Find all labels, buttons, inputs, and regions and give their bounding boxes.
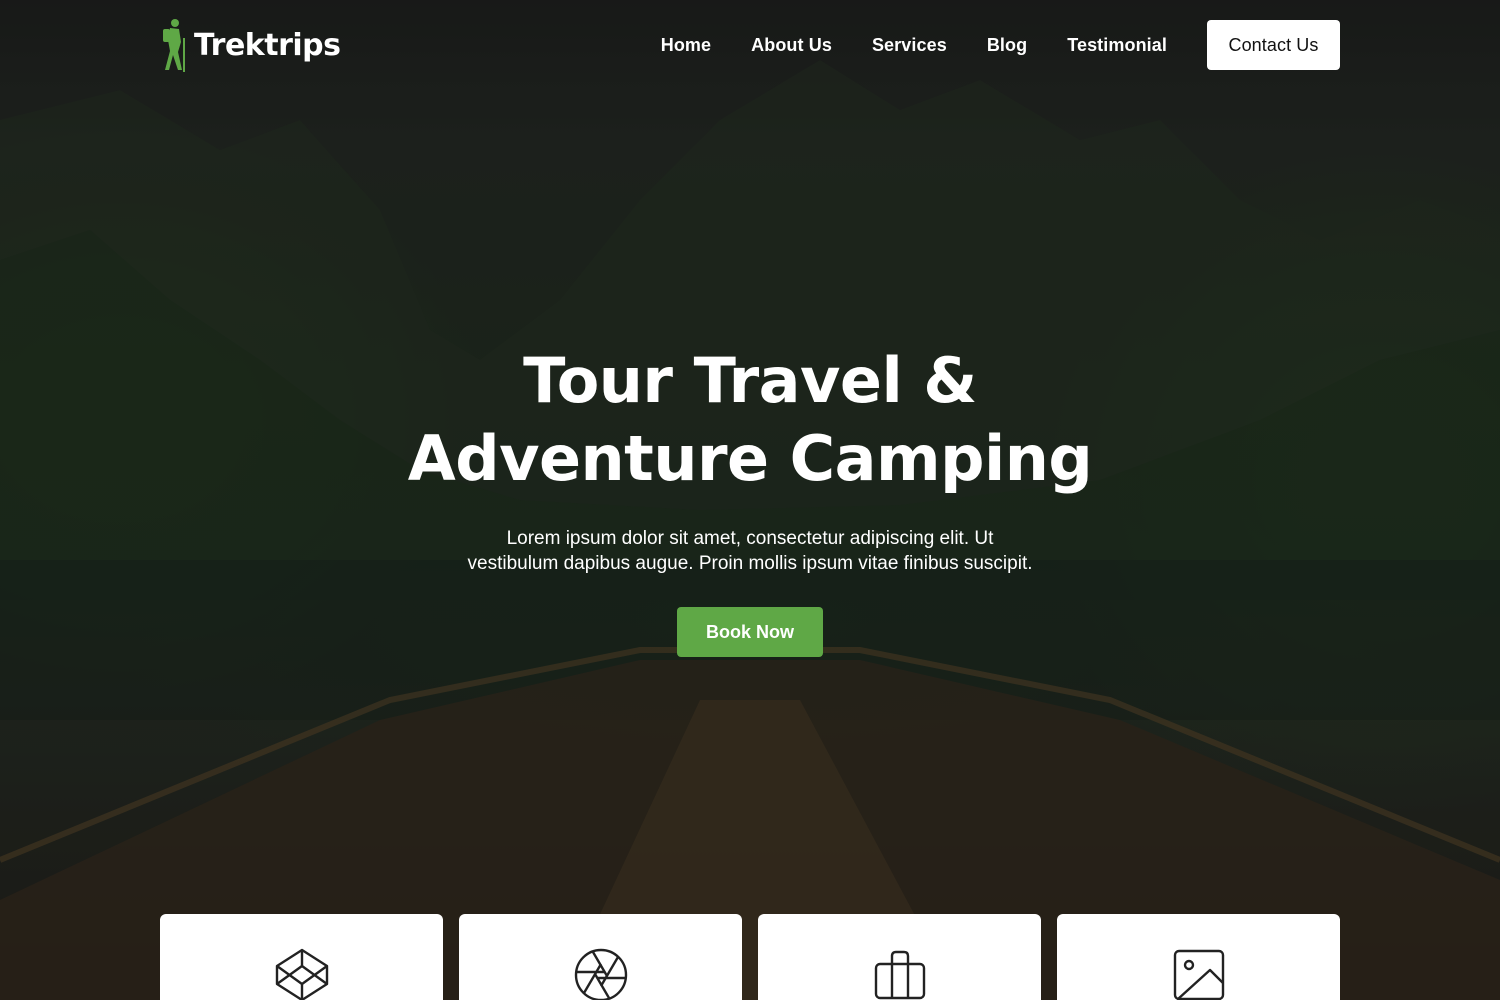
feature-card[interactable] [160, 914, 443, 1000]
contact-us-button[interactable]: Contact Us [1207, 20, 1340, 70]
nav-home[interactable]: Home [661, 35, 711, 56]
briefcase-icon [873, 948, 927, 1000]
hiker-icon [163, 19, 185, 72]
image-icon [1172, 948, 1226, 1000]
hero-description-line-2: vestibulum dapibus augue. Proin mollis i… [467, 553, 1033, 574]
feature-cards [160, 914, 1340, 1000]
codepen-icon [275, 948, 329, 1000]
hero-title: Tour Travel & Adventure Camping [0, 342, 1500, 498]
brand-name: Trektrips [194, 27, 341, 63]
book-now-button[interactable]: Book Now [677, 607, 823, 657]
aperture-icon [574, 948, 628, 1000]
hero-title-line-1: Tour Travel & [523, 344, 977, 417]
nav-testimonial[interactable]: Testimonial [1067, 35, 1167, 56]
hero-description: Lorem ipsum dolor sit amet, consectetur … [430, 526, 1070, 576]
hero-title-line-2: Adventure Camping [407, 422, 1093, 495]
site-header: Trektrips Home About Us Services Blog Te… [160, 18, 1340, 72]
brand-logo[interactable]: Trektrips [160, 18, 341, 72]
main-nav: Home About Us Services Blog Testimonial … [661, 20, 1340, 70]
hero-description-line-1: Lorem ipsum dolor sit amet, consectetur … [506, 528, 994, 549]
feature-card[interactable] [758, 914, 1041, 1000]
feature-card[interactable] [459, 914, 742, 1000]
hero-overlay [0, 0, 1500, 1000]
nav-blog[interactable]: Blog [987, 35, 1027, 56]
nav-about-us[interactable]: About Us [751, 35, 832, 56]
feature-card[interactable] [1057, 914, 1340, 1000]
nav-services[interactable]: Services [872, 35, 947, 56]
